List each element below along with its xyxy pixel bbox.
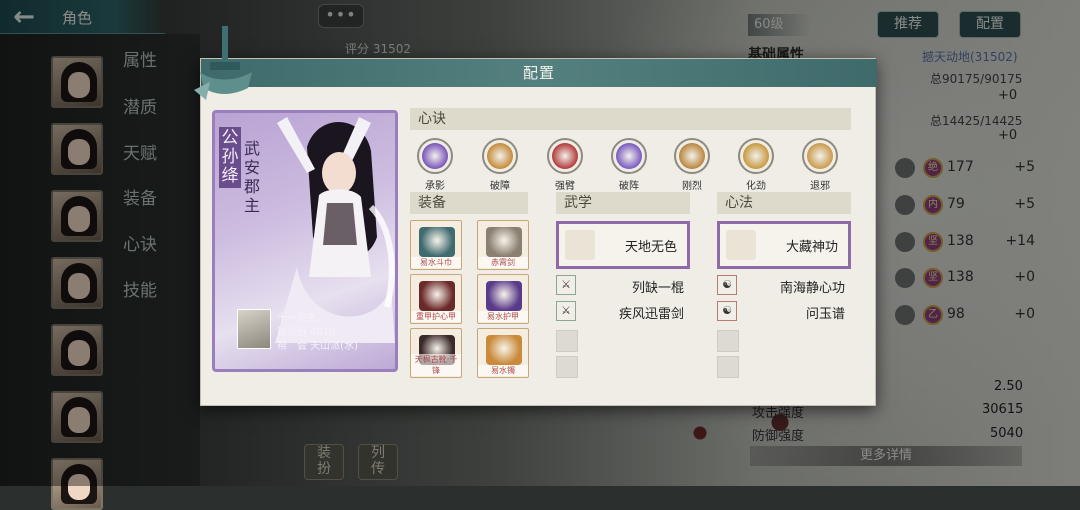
equip-slot[interactable]: 易水斗巾 [410, 220, 462, 270]
equip-slot[interactable]: 易水护甲 [477, 274, 529, 324]
meditation-icon: ☯ [717, 275, 737, 295]
xinjue-skill-icon [482, 138, 518, 174]
xinjue-skill[interactable]: 退邪 [798, 138, 842, 192]
equip-label: 重甲护心甲 [411, 311, 461, 322]
equipment-icon [419, 281, 455, 311]
meditation-icon: ☯ [717, 301, 737, 321]
xinjue-skill-label: 刚烈 [682, 181, 702, 192]
equip-label: 易水斗巾 [411, 257, 461, 268]
xinfa-header: 心法 [717, 192, 851, 214]
equip-slot[interactable]: 易水镯 [477, 328, 529, 378]
arena-score: 论剑分 4010 [277, 327, 336, 338]
player-name: 十一先生、 [277, 313, 327, 324]
xinjue-skill[interactable]: 化劲 [734, 138, 778, 192]
xinjue-skill-label: 强臂 [555, 181, 575, 192]
player-avatar [237, 309, 271, 349]
empty-slot[interactable] [717, 356, 739, 378]
xinjue-skill[interactable]: 强臂 [543, 138, 587, 192]
empty-slot[interactable] [556, 330, 578, 352]
xinjue-skill[interactable]: 破障 [478, 138, 522, 192]
xinjue-skill-icon [547, 138, 583, 174]
xinjue-skill-icon [738, 138, 774, 174]
sword-skill-icon [565, 230, 595, 260]
equip-label: 易水镯 [478, 365, 528, 376]
guild-name: 帮 会 天山派(水) [277, 341, 358, 352]
equip-label: 天枫古靴·千锋 [411, 354, 461, 376]
equip-slot[interactable]: 赤霄剑 [477, 220, 529, 270]
equipment-icon [486, 281, 522, 311]
xinjue-skill-label: 破障 [490, 181, 510, 192]
xinjue-skill[interactable]: 破阵 [607, 138, 651, 192]
character-card[interactable]: 公孙绛 武安郡主 十一先生、 论剑分 4010 帮 会 天山派(水) [212, 110, 398, 372]
equip-label: 赤霄剑 [478, 257, 528, 268]
empty-slot[interactable] [717, 330, 739, 352]
character-info: 十一先生、 论剑分 4010 帮 会 天山派(水) [237, 309, 395, 369]
xinjue-skill-label: 破阵 [619, 181, 639, 192]
xinjue-skill-label: 退邪 [810, 181, 830, 192]
equip-slot[interactable]: 重甲护心甲 [410, 274, 462, 324]
sword-decoration-icon [194, 26, 252, 100]
xinfa-sub-slot[interactable]: ☯ 南海静心功 [717, 275, 851, 297]
wuxue-main-slot[interactable]: 天地无色 [556, 221, 690, 269]
xinjue-skill-icon [674, 138, 710, 174]
equipment-icon [419, 227, 455, 257]
equipment-icon [486, 335, 522, 365]
xinfa-main-slot[interactable]: 大藏神功 [717, 221, 851, 269]
equip-label: 易水护甲 [478, 311, 528, 322]
xinjue-skill-label: 承影 [425, 181, 445, 192]
character-title: 武安郡主 [243, 139, 260, 215]
xinfa-sub-slot[interactable]: ☯ 问玉谱 [717, 301, 851, 323]
wuxue-sub-slot[interactable]: ⚔ 疾风迅雷剑 [556, 301, 690, 323]
skill-icon: ⚔ [556, 301, 576, 321]
xinjue-skill-icon [802, 138, 838, 174]
xinjue-skill[interactable]: 承影 [413, 138, 457, 192]
xinjue-skill[interactable]: 刚烈 [670, 138, 714, 192]
equipment-icon [486, 227, 522, 257]
modal-title: 配置 [201, 59, 877, 87]
xinjue-header: 心诀 [410, 108, 851, 130]
wuxue-sub-slot[interactable]: ⚔ 列缺一棍 [556, 275, 690, 297]
skill-icon: ⚔ [556, 275, 576, 295]
empty-slot[interactable] [556, 356, 578, 378]
xinjue-skill-icon [417, 138, 453, 174]
character-name: 公孙绛 [219, 127, 241, 188]
xinjue-skill-label: 化劲 [746, 181, 766, 192]
wuxue-header: 武学 [556, 192, 690, 214]
meditation-icon [726, 230, 756, 260]
equip-slot[interactable]: 天枫古靴·千锋 [410, 328, 462, 378]
xinjue-skill-icon [611, 138, 647, 174]
equip-header: 装备 [410, 192, 528, 214]
